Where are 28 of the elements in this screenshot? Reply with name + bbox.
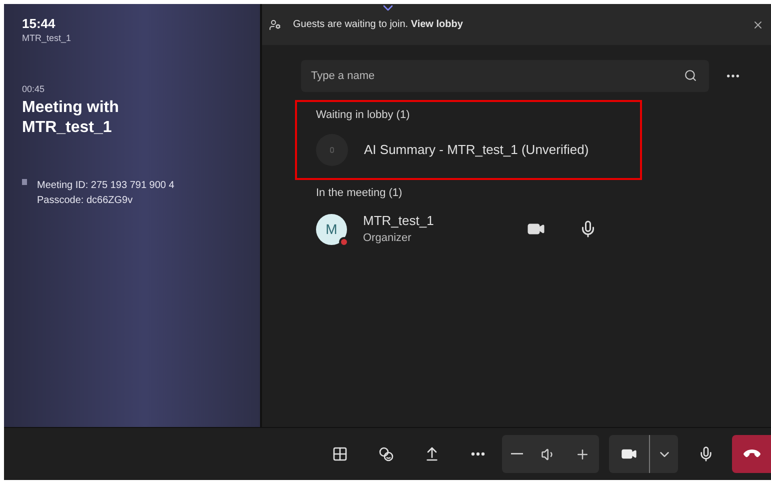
meeting-duration: 00:45 [22, 82, 46, 96]
avatar-icon [316, 134, 348, 166]
guest-name: AI Summary - MTR_test_1 (Unverified) [364, 140, 589, 159]
participant-role: Organizer [363, 231, 412, 246]
guest-user-icon [269, 18, 281, 30]
passcode: Passcode: dc66ZG9v [37, 194, 134, 208]
plus-icon [574, 446, 590, 462]
more-icon [471, 452, 485, 456]
avatar: M [316, 214, 347, 244]
hang-up-button[interactable] [732, 435, 771, 473]
room-name: MTR_test_1 [22, 32, 72, 45]
meeting-id: Meeting ID: 275 193 791 900 4 [37, 179, 174, 193]
clock-time: 15:44 [22, 16, 56, 32]
upload-icon [424, 446, 440, 462]
minus-icon [511, 453, 524, 455]
section-heading: In the meeting (1) [316, 186, 404, 200]
volume-up-button[interactable] [574, 446, 590, 462]
close-button[interactable] [752, 18, 764, 30]
microphone-icon[interactable] [579, 220, 597, 238]
grid-icon [332, 446, 348, 462]
banner-message: Guests are waiting to join. View lobby [293, 18, 464, 32]
microphone-icon [698, 446, 714, 462]
meeting-title: Meeting with MTR_test_1 [22, 98, 120, 138]
search-field[interactable]: Type a name [301, 60, 709, 92]
search-icon[interactable] [684, 69, 697, 82]
participant-name: MTR_test_1 [363, 212, 435, 230]
section-heading: Waiting in lobby (1) [316, 108, 411, 123]
smiley-icon [378, 446, 394, 462]
